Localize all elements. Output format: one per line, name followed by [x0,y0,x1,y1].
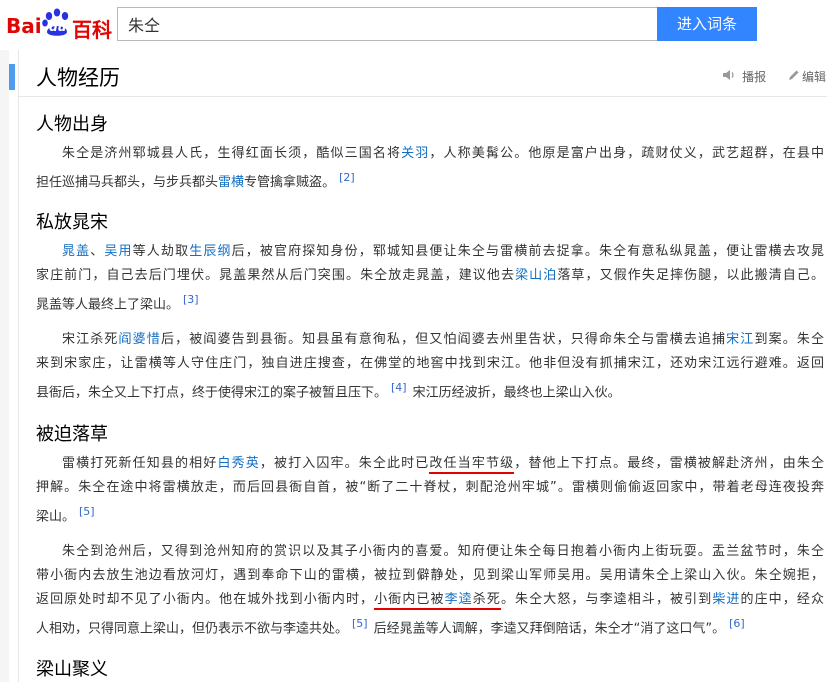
baidu-baike-logo[interactable]: Bai du 百科 [6,6,114,42]
link-guanyu[interactable]: 关羽 [401,146,429,161]
red-underline-annotation: 改任当牢节级 [429,456,515,474]
logo-baike-text: 百科 [72,18,112,42]
citation-5b[interactable]: [5] [352,617,368,630]
logo-bai-text: Bai [6,14,42,38]
paragraph-forced-1: 雷横打死新任知县的相好白秀英，被打入囚牢。朱仝此时已改任当牢节级，替他上下打点。… [36,456,824,524]
citation-2[interactable]: [2] [339,171,355,184]
citation-4[interactable]: [4] [391,381,407,394]
red-underline-annotation: 巡捕马兵都头，与步兵都头雷横专管擒拿贼盗 [62,175,323,190]
section-accent-bar [9,64,15,90]
link-wuyong[interactable]: 吴用 [104,244,132,259]
logo-du-text: du [49,20,67,34]
link-baixiuying[interactable]: 白秀英 [217,456,259,471]
link-songjiang[interactable]: 宋江 [726,332,754,347]
pencil-icon [788,70,799,80]
paragraph-forced-2: 朱仝到沧州后，又得到沧州知府的赏识以及其子小衙内的喜爱。知府便让朱仝每日抱着小衙… [36,544,824,636]
left-divider [18,50,19,682]
section-tools: 播报 编辑 [722,68,826,85]
link-chaijin[interactable]: 柴进 [712,592,740,607]
section-divider [19,96,827,97]
citation-5[interactable]: [5] [79,505,95,518]
search-input[interactable] [117,7,657,41]
subsection-title-forced: 被迫落草 [36,424,108,445]
play-label: 播报 [742,70,767,84]
enter-entry-button[interactable]: 进入词条 [657,7,757,41]
top-bar: Bai du 百科 进入词条 [0,0,832,50]
paragraph-origin: 朱仝是济州郓城县人氏，生得红面长须，酷似三国名将关羽，人称美髯公。他原是富户出身… [36,142,824,190]
citation-3[interactable]: [3] [183,293,199,306]
subsection-title-release: 私放晁宋 [36,212,108,233]
paragraph-release-2: 宋江杀死阎婆惜后，被阎婆告到县衙。知县虽有意徇私，但又怕阎婆去州里告状，只得命朱… [36,332,824,400]
section-title: 人物经历 [36,66,120,90]
edit-button[interactable]: 编辑 [788,68,826,85]
paragraph-release-1: 晁盖、吴用等人劫取生辰纲后，被官府探知身份，郓城知县便让朱仝与雷横前去捉拿。朱仝… [36,244,824,312]
subsection-title-origin: 人物出身 [36,114,108,135]
play-button[interactable]: 播报 [722,68,766,85]
link-leiheng[interactable]: 雷横 [218,175,244,190]
link-chaogai[interactable]: 晁盖 [62,244,90,259]
link-yanpoxi[interactable]: 阎婆惜 [119,332,161,347]
red-underline-annotation: 小衙内已被李逵杀死 [374,592,501,610]
subsection-title-liangshan: 梁山聚义 [36,659,108,680]
citation-6[interactable]: [6] [729,617,745,630]
left-gutter [0,50,9,682]
edit-label: 编辑 [801,70,826,84]
speaker-icon [723,70,734,80]
link-shengchengang[interactable]: 生辰纲 [189,244,231,259]
link-likui[interactable]: 李逵 [445,592,473,607]
link-liangshanpo[interactable]: 梁山泊 [515,268,557,283]
